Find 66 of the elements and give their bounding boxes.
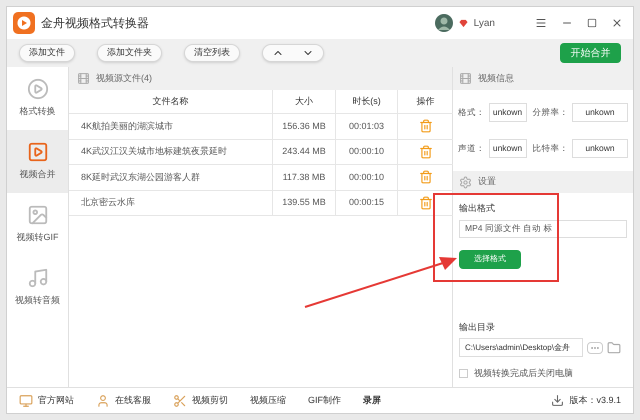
table-cell: 00:00:10 <box>336 140 398 165</box>
field-label: 比特率： <box>532 142 570 155</box>
sidebar-item[interactable]: 视频转GIF <box>7 193 68 256</box>
status-link[interactable]: 视频压缩 <box>250 394 286 408</box>
close-icon[interactable] <box>611 17 623 29</box>
toolbar-button[interactable]: 添加文件 <box>19 44 75 62</box>
status-link[interactable]: 录屏 <box>363 394 381 408</box>
section-title: 视频源文件(4) <box>96 72 152 85</box>
video-icon <box>459 72 472 85</box>
user-name: Lyan <box>474 16 495 30</box>
table-cell: 4K武汉江汉关城市地标建筑夜景延时 <box>69 140 273 165</box>
status-link[interactable]: GIF制作 <box>308 394 341 408</box>
table-cell: 4K航拍美丽的湖滨城市 <box>69 114 273 140</box>
table-cell: 156.36 MB <box>273 114 336 140</box>
download-icon[interactable] <box>551 394 564 407</box>
field-label: 声道： <box>458 142 486 155</box>
app-logo <box>13 12 35 34</box>
table-cell: 00:01:03 <box>336 114 398 140</box>
sidebar-item[interactable]: 视频合并 <box>7 130 68 193</box>
output-dir-label: 输出目录 <box>459 320 496 334</box>
music-icon <box>26 267 48 290</box>
table-cell: 243.44 MB <box>273 140 336 165</box>
video-icon <box>26 141 48 164</box>
status-link[interactable]: 视频剪切 <box>192 394 228 408</box>
avatar <box>434 14 453 32</box>
info-field: unkown <box>488 139 526 158</box>
info-field: unkown <box>488 103 526 122</box>
film-icon <box>77 72 90 85</box>
output-dir-field[interactable]: C:\Users\admin\Desktop\金舟 <box>459 338 583 357</box>
table-cell: 139.55 MB <box>273 190 336 216</box>
toolbar-button[interactable]: 添加文件夹 <box>97 44 162 62</box>
scissors-icon <box>173 394 187 408</box>
status-link[interactable]: 在线客服 <box>115 394 151 408</box>
shutdown-label: 视频转换完成后关闭电脑 <box>474 367 573 380</box>
window-title: 金舟视频格式转换器 <box>41 15 149 32</box>
table-cell: 00:00:10 <box>336 165 398 190</box>
play-icon <box>26 78 48 100</box>
info-field: unkown <box>572 103 628 122</box>
field-label: 分辨率： <box>532 106 570 119</box>
sidebar-item[interactable]: 格式转换 <box>7 67 68 130</box>
toolbar-button[interactable]: 清空列表 <box>184 44 240 62</box>
version-label: 版本：v3.9.1 <box>569 394 621 407</box>
person-icon <box>96 394 110 408</box>
column-header: 操作 <box>398 90 453 114</box>
output-format-label: 输出格式 <box>459 202 496 215</box>
checkbox[interactable] <box>459 369 468 378</box>
vip-icon <box>458 18 468 28</box>
column-header: 文件名称 <box>69 90 273 114</box>
table-cell: 8K延时武汉东湖公园游客人群 <box>69 165 273 190</box>
field-label: 格式： <box>458 106 486 119</box>
status-link[interactable]: 官方网站 <box>38 394 74 408</box>
sidebar-item[interactable]: 视频转音频 <box>7 256 68 319</box>
table-cell: 00:00:15 <box>336 190 398 216</box>
settings-icon <box>459 176 472 188</box>
info-field: unkown <box>572 139 628 158</box>
monitor-icon <box>19 394 33 408</box>
section-title: 设置 <box>478 175 496 188</box>
column-header: 时长(s) <box>336 90 398 114</box>
section-title: 视频信息 <box>478 72 514 85</box>
menu-icon[interactable] <box>535 17 547 29</box>
maximize-icon[interactable] <box>587 18 597 28</box>
column-header: 大小 <box>273 90 336 114</box>
table-cell: 117.38 MB <box>273 165 336 190</box>
table-cell: 北京密云水库 <box>69 190 273 216</box>
output-format-field[interactable]: MP4 同源文件 自动 标 <box>459 220 627 238</box>
image-icon <box>26 204 48 226</box>
